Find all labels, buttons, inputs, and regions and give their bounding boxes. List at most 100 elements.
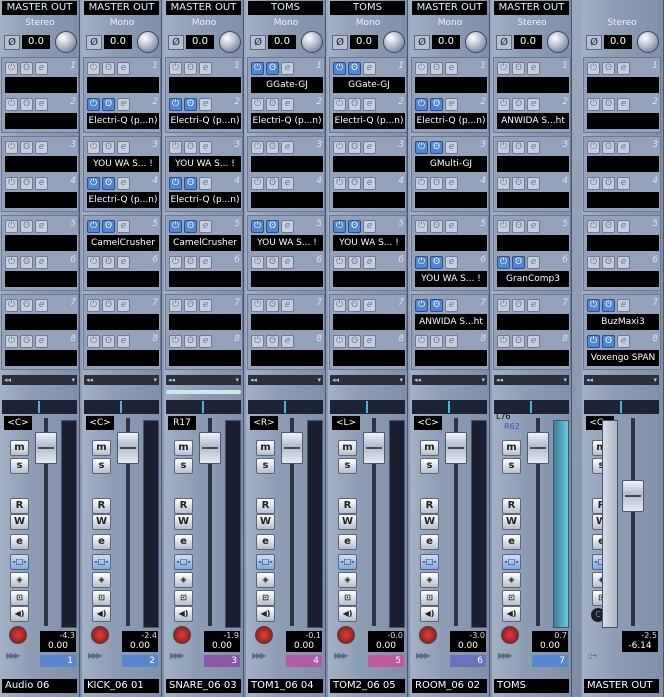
write-automation-button[interactable]: W	[92, 514, 111, 530]
edit-icon[interactable]: e	[199, 256, 212, 269]
fader-handle[interactable]	[281, 432, 303, 464]
output-routing[interactable]: MASTER OUT	[412, 1, 487, 15]
mute-button[interactable]: m	[338, 440, 357, 456]
send-bypass-icon[interactable]: ⊡	[338, 590, 357, 606]
dropdown-icon[interactable]: ▾	[563, 375, 567, 385]
bypass-icon[interactable]: ʘ	[102, 299, 115, 312]
phase-invert-button[interactable]: Ø	[586, 35, 602, 50]
edit-icon[interactable]: e	[281, 98, 294, 111]
edit-icon[interactable]: e	[617, 141, 630, 154]
volume-readout[interactable]: 0.00	[204, 640, 240, 652]
phase-invert-button[interactable]: Ø	[86, 35, 102, 50]
edit-icon[interactable]: e	[527, 299, 540, 312]
phase-invert-button[interactable]: Ø	[414, 35, 430, 50]
record-button[interactable]	[255, 626, 273, 644]
bypass-icon[interactable]: ʘ	[184, 141, 197, 154]
edit-icon[interactable]: e	[363, 177, 376, 190]
bypass-icon[interactable]: ʘ	[602, 62, 615, 75]
bypass-icon[interactable]: ʘ	[430, 98, 443, 111]
record-button[interactable]	[419, 626, 437, 644]
gain-knob[interactable]	[55, 31, 77, 53]
input-gain-value[interactable]: 0.0	[186, 35, 214, 49]
volume-readout[interactable]: 0.00	[40, 640, 76, 652]
gain-knob[interactable]	[465, 31, 487, 53]
monitor-icon[interactable]: ◀)	[502, 606, 521, 622]
bypass-icon[interactable]: ʘ	[102, 62, 115, 75]
insert-slot[interactable]	[333, 350, 405, 366]
insert-slot[interactable]: Electri-Q (p...n)	[169, 113, 241, 129]
bypass-icon[interactable]: ʘ	[348, 299, 361, 312]
bypass-icon[interactable]: ʘ	[430, 62, 443, 75]
bypass-icon[interactable]: ʘ	[102, 141, 115, 154]
insert-slot[interactable]	[497, 77, 569, 93]
fader-handle[interactable]	[35, 432, 57, 464]
edit-icon[interactable]: e	[617, 299, 630, 312]
power-icon[interactable]: ⏻	[587, 220, 600, 233]
edit-icon[interactable]: e	[199, 177, 212, 190]
volume-readout[interactable]: -6.14	[622, 640, 658, 652]
edit-channel-button[interactable]: e	[338, 534, 357, 550]
strip-selector-bar[interactable]: ◂◂ ▾	[166, 375, 241, 385]
edit-icon[interactable]: e	[527, 141, 540, 154]
bypass-icon[interactable]: ʘ	[430, 141, 443, 154]
insert-slot[interactable]	[169, 350, 241, 366]
channel-name[interactable]: TOM2_06 05	[330, 679, 405, 693]
pan-readout[interactable]: <L>	[332, 416, 360, 430]
edit-icon[interactable]: e	[35, 299, 48, 312]
mute-button[interactable]: m	[92, 440, 111, 456]
edit-icon[interactable]: e	[199, 220, 212, 233]
gain-knob[interactable]	[301, 31, 323, 53]
power-icon[interactable]: ⏻	[587, 62, 600, 75]
insert-slot[interactable]: YOU WA S... !	[251, 235, 323, 251]
read-automation-button[interactable]: R	[420, 498, 439, 514]
power-icon[interactable]: ⏻	[333, 256, 346, 269]
solo-button[interactable]: s	[256, 458, 275, 474]
skip-left-icon[interactable]: ◂◂	[250, 375, 257, 385]
read-automation-button[interactable]: R	[92, 498, 111, 514]
read-automation-button[interactable]: R	[10, 498, 29, 514]
record-button[interactable]	[337, 626, 355, 644]
bypass-icon[interactable]: ʘ	[20, 62, 33, 75]
power-icon[interactable]: ⏻	[251, 98, 264, 111]
bypass-icon[interactable]: ʘ	[184, 335, 197, 348]
power-icon[interactable]: ⏻	[415, 141, 428, 154]
edit-icon[interactable]: e	[617, 220, 630, 233]
volume-fader[interactable]	[199, 418, 221, 626]
insert-slot[interactable]: Electri-Q (p...n)	[251, 113, 323, 129]
power-icon[interactable]: ⏻	[415, 220, 428, 233]
strip-selector-bar[interactable]: ◂◂ ▾	[84, 375, 159, 385]
power-icon[interactable]: ⏻	[587, 256, 600, 269]
power-icon[interactable]: ⏻	[333, 335, 346, 348]
edit-icon[interactable]: e	[445, 299, 458, 312]
power-icon[interactable]: ⏻	[415, 98, 428, 111]
edit-channel-button[interactable]: e	[502, 534, 521, 550]
insert-bypass-icon[interactable]: -□-	[256, 554, 275, 570]
write-automation-button[interactable]: W	[420, 514, 439, 530]
insert-slot[interactable]: Electri-Q (p...n)	[415, 113, 487, 129]
insert-slot[interactable]	[497, 192, 569, 208]
edit-icon[interactable]: e	[35, 220, 48, 233]
insert-slot[interactable]	[5, 314, 77, 330]
edit-icon[interactable]: e	[35, 141, 48, 154]
phase-invert-button[interactable]: Ø	[168, 35, 184, 50]
pan-bar[interactable]	[2, 400, 77, 414]
output-routing[interactable]: MASTER OUT	[166, 1, 241, 15]
power-icon[interactable]: ⏻	[87, 256, 100, 269]
fader-handle[interactable]	[622, 480, 644, 512]
power-icon[interactable]: ⏻	[333, 98, 346, 111]
bypass-icon[interactable]: ʘ	[266, 220, 279, 233]
input-gain-value[interactable]: 0.0	[514, 35, 542, 49]
insert-bypass-icon[interactable]: -□-	[502, 554, 521, 570]
read-automation-button[interactable]: R	[256, 498, 275, 514]
dropdown-icon[interactable]: ▾	[235, 375, 239, 385]
volume-readout[interactable]: 0.00	[450, 640, 486, 652]
power-icon[interactable]: ⏻	[87, 299, 100, 312]
edit-channel-button[interactable]: e	[10, 534, 29, 550]
insert-slot[interactable]	[587, 271, 659, 287]
power-icon[interactable]: ⏻	[497, 62, 510, 75]
insert-slot[interactable]: CamelCrusher	[87, 235, 159, 251]
strip-selector-bar[interactable]: ◂◂ ▾	[494, 375, 569, 385]
phase-invert-button[interactable]: Ø	[4, 35, 20, 50]
volume-fader[interactable]	[445, 418, 467, 626]
bypass-icon[interactable]: ʘ	[266, 177, 279, 190]
